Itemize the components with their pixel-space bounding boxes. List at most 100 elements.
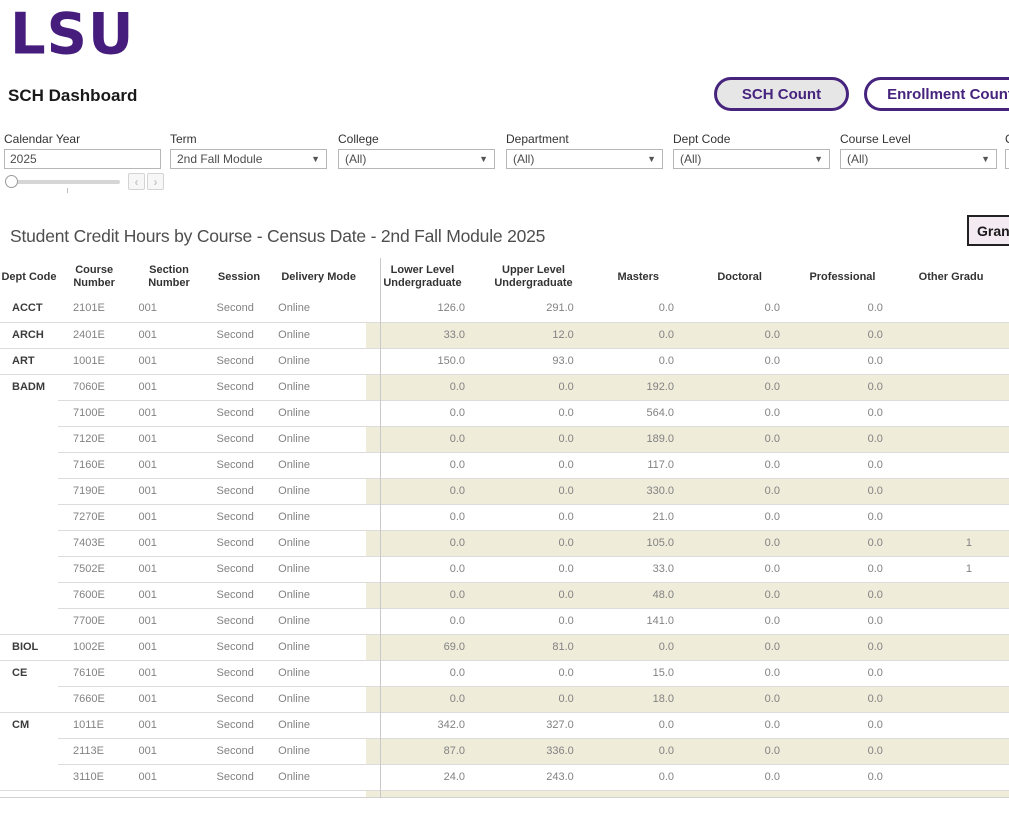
table-row[interactable]: BADM7060E001SecondOnline0.00.0192.00.00.… xyxy=(0,374,1009,400)
college-dropdown[interactable]: (All) ▼ xyxy=(338,149,495,169)
table-row[interactable]: 7190E001SecondOnline0.00.0330.00.00.0 xyxy=(0,478,1009,504)
enrollment-count-button[interactable]: Enrollment Count xyxy=(864,77,1009,111)
cell-masters: 21.0 xyxy=(588,504,686,530)
cell-professional: 0.0 xyxy=(790,322,891,348)
cell-professional: 0.0 xyxy=(790,296,891,322)
table-row[interactable]: 7403E001SecondOnline0.00.0105.00.00.01 xyxy=(0,530,1009,556)
grand-total-button[interactable]: Gran xyxy=(967,215,1009,246)
caret-down-icon: ▼ xyxy=(981,154,990,164)
cell-dept: BIOL xyxy=(0,634,58,660)
cell-other xyxy=(891,478,1009,504)
table-row[interactable]: 7270E001SecondOnline0.00.021.00.00.0 xyxy=(0,504,1009,530)
table-row[interactable]: CE7610E001SecondOnline0.00.015.00.00.0 xyxy=(0,660,1009,686)
table-row[interactable]: ARCH2401E001SecondOnline33.012.00.00.00.… xyxy=(0,322,1009,348)
cell-doctoral: 0.0 xyxy=(686,322,790,348)
cell-course: 7120E xyxy=(58,426,131,452)
table-row[interactable]: ART1001E001SecondOnline150.093.00.00.00.… xyxy=(0,348,1009,374)
cell-ulu: 0.0 xyxy=(477,452,588,478)
cell-ulu: 327.0 xyxy=(477,712,588,738)
clipped-dropdown[interactable] xyxy=(1005,149,1009,169)
cell-masters: 0.0 xyxy=(588,296,686,322)
cell-course: 7600E xyxy=(58,582,131,608)
filter-label: C xyxy=(1005,132,1009,146)
table-row[interactable]: 7120E001SecondOnline0.00.0189.00.00.0 xyxy=(0,426,1009,452)
cell-dept xyxy=(0,686,58,712)
chevron-right-icon[interactable]: › xyxy=(147,173,164,190)
cell-other xyxy=(891,322,1009,348)
cell-session: Second xyxy=(208,686,271,712)
filter-label: Course Level xyxy=(840,132,997,146)
table-row[interactable]: 7700E001SecondOnline0.00.0141.00.00.0 xyxy=(0,608,1009,634)
cell-session: Second xyxy=(208,530,271,556)
cell-dept xyxy=(0,764,58,790)
term-dropdown[interactable]: 2nd Fall Module ▼ xyxy=(170,149,327,169)
cell-delivery: Online xyxy=(270,348,366,374)
chevron-left-icon[interactable]: ‹ xyxy=(128,173,145,190)
cell-llu: 0.0 xyxy=(366,660,477,686)
cell-masters xyxy=(588,790,686,798)
filter-department: Department (All) ▼ xyxy=(506,132,663,169)
cell-session: Second xyxy=(208,348,271,374)
cell-delivery: Online xyxy=(270,426,366,452)
table-row[interactable]: 7502E001SecondOnline0.00.033.00.00.01 xyxy=(0,556,1009,582)
cell-professional: 0.0 xyxy=(790,530,891,556)
slider-track[interactable] xyxy=(8,180,120,184)
sch-count-button[interactable]: SCH Count xyxy=(714,77,849,111)
table-section-divider xyxy=(380,258,381,798)
table-row[interactable]: 7660E001SecondOnline0.00.018.00.00.0 xyxy=(0,686,1009,712)
cell-section: 001 xyxy=(131,348,208,374)
filter-clipped: C xyxy=(1005,132,1009,169)
filter-label: Term xyxy=(170,132,327,146)
cell-session: Second xyxy=(208,738,271,764)
cell-masters: 33.0 xyxy=(588,556,686,582)
dropdown-value: (All) xyxy=(345,152,366,166)
table-row[interactable]: BIOL1002E001SecondOnline69.081.00.00.00.… xyxy=(0,634,1009,660)
table-row[interactable]: ACCT2101E001SecondOnline126.0291.00.00.0… xyxy=(0,296,1009,322)
col-header-section-number: Section Number xyxy=(130,264,207,290)
table-row[interactable]: 7600E001SecondOnline0.00.048.00.00.0 xyxy=(0,582,1009,608)
cell-professional: 0.0 xyxy=(790,400,891,426)
cell-section: 001 xyxy=(131,426,208,452)
cell-other xyxy=(891,764,1009,790)
caret-down-icon: ▼ xyxy=(814,154,823,164)
dept-code-dropdown[interactable]: (All) ▼ xyxy=(673,149,830,169)
cell-professional: 0.0 xyxy=(790,556,891,582)
cell-course: 7700E xyxy=(58,608,131,634)
table-row[interactable]: 3110E001SecondOnline24.0243.00.00.00.0 xyxy=(0,764,1009,790)
table-row[interactable]: 7160E001SecondOnline0.00.0117.00.00.0 xyxy=(0,452,1009,478)
cell-professional: 0.0 xyxy=(790,738,891,764)
cell-masters: 48.0 xyxy=(588,582,686,608)
cell-professional: 0.0 xyxy=(790,686,891,712)
cell-course: 7610E xyxy=(58,660,131,686)
slider-handle[interactable] xyxy=(5,175,18,188)
table-row[interactable] xyxy=(0,790,1009,798)
cell-doctoral: 0.0 xyxy=(686,660,790,686)
cell-delivery: Online xyxy=(270,634,366,660)
table-row[interactable]: 2113E001SecondOnline87.0336.00.00.00.0 xyxy=(0,738,1009,764)
cell-other xyxy=(891,426,1009,452)
cell-delivery: Online xyxy=(270,738,366,764)
cell-doctoral: 0.0 xyxy=(686,452,790,478)
cell-doctoral: 0.0 xyxy=(686,348,790,374)
cell-doctoral: 0.0 xyxy=(686,374,790,400)
cell-delivery: Online xyxy=(270,660,366,686)
cell-professional: 0.0 xyxy=(790,452,891,478)
cell-dept xyxy=(0,426,58,452)
cell-masters: 192.0 xyxy=(588,374,686,400)
table-row[interactable]: 7100E001SecondOnline0.00.0564.00.00.0 xyxy=(0,400,1009,426)
calendar-year-input[interactable]: 2025 xyxy=(4,149,161,169)
cell-session: Second xyxy=(208,634,271,660)
cell-course: 7403E xyxy=(58,530,131,556)
table-header-row: Dept Code Course Number Section Number S… xyxy=(0,258,1009,296)
cell-ulu: 0.0 xyxy=(477,582,588,608)
course-level-dropdown[interactable]: (All) ▼ xyxy=(840,149,997,169)
cell-section: 001 xyxy=(131,322,208,348)
table-row[interactable]: CM1011E001SecondOnline342.0327.00.00.00.… xyxy=(0,712,1009,738)
slider-tick xyxy=(67,188,68,193)
cell-llu: 33.0 xyxy=(366,322,477,348)
department-dropdown[interactable]: (All) ▼ xyxy=(506,149,663,169)
cell-ulu: 0.0 xyxy=(477,426,588,452)
cell-delivery: Online xyxy=(270,530,366,556)
cell-masters: 189.0 xyxy=(588,426,686,452)
cell-professional: 0.0 xyxy=(790,634,891,660)
